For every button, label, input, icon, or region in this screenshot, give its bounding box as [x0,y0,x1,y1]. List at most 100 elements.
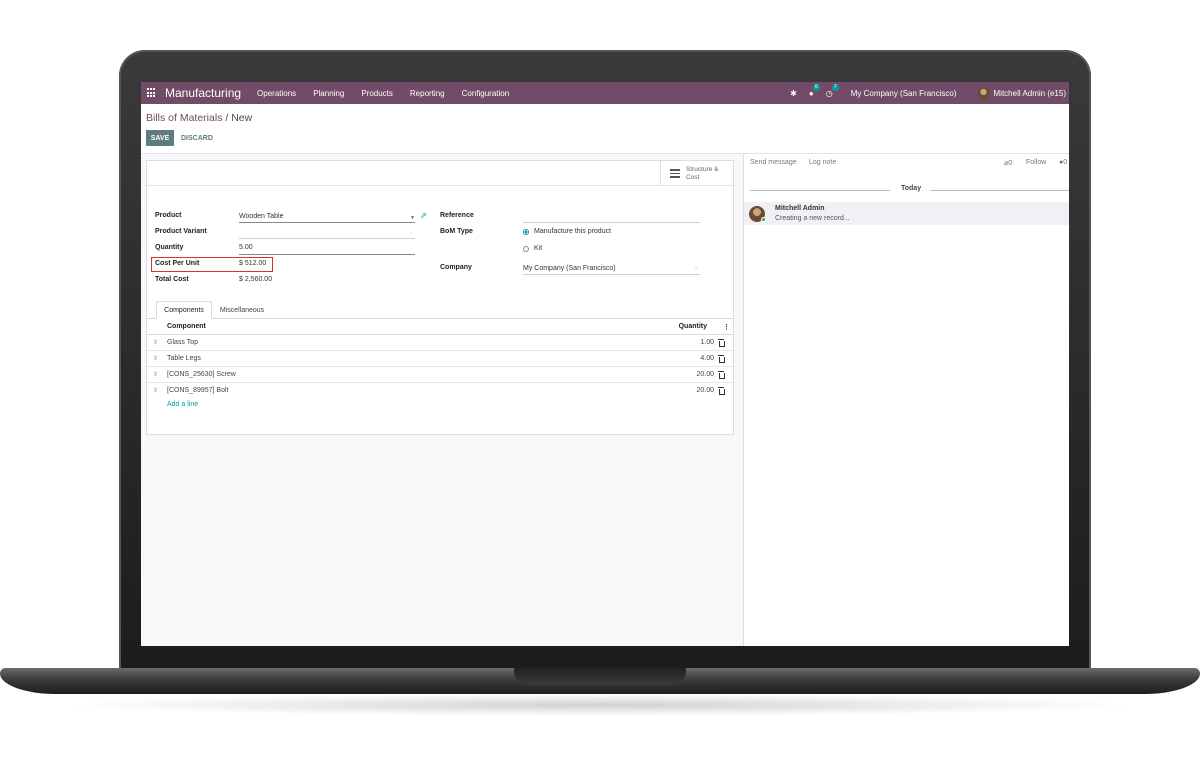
reference-field[interactable] [523,222,700,223]
trash-icon[interactable] [718,387,725,395]
activities-badge: 7 [831,83,839,91]
menu-reporting[interactable]: Reporting [410,89,445,98]
table-row[interactable]: ⇕ [CONS_89957] Bolt 20.00 [147,383,733,399]
date-separator-label: Today [901,185,922,192]
reference-label: Reference [440,212,474,219]
table-row[interactable]: ⇕ [CONS_25630] Screw 20.00 [147,367,733,383]
product-field-underline [239,222,415,223]
top-navbar: Manufacturing Operations Planning Produc… [141,82,1069,104]
component-name: [CONS_25630] Screw [167,371,236,378]
button-box: Structure & Cost [147,161,733,186]
bom-type-label: BoM Type [440,228,473,235]
variant-dropdown-icon[interactable]: – [410,231,413,237]
separator-line-left [750,190,890,191]
product-field[interactable]: Wooden Table [239,213,284,220]
menu-configuration[interactable]: Configuration [462,89,510,98]
followers-button[interactable]: ●0 [1059,159,1067,166]
total-cost-value: $ 2,560.00 [239,276,273,283]
menu-products[interactable]: Products [361,89,393,98]
quantity-field-underline [239,254,415,255]
breadcrumb: Bills of Materials / New [146,112,252,124]
attachments-count: 0 [1008,160,1013,167]
table-row[interactable]: ⇕ Table Legs 4.00 [147,351,733,367]
followers-count: 0 [1063,159,1068,166]
company-switcher[interactable]: My Company (San Francisco) [851,89,957,98]
drag-handle-icon[interactable]: ⇕ [153,339,158,346]
breadcrumb-separator: / [222,112,232,124]
component-qty: 20.00 [696,371,714,378]
messages-badge: 6 [812,83,820,91]
total-cost-label: Total Cost [155,276,189,283]
bom-type-kit-label[interactable]: Kit [534,245,542,252]
structure-cost-label: Structure & Cost [686,165,719,181]
variant-field[interactable] [239,238,415,239]
product-label: Product [155,212,182,219]
breadcrumb-current: New [231,112,253,124]
drag-handle-icon[interactable]: ⇕ [153,355,158,362]
form-sheet: Structure & Cost Product Wooden Table ▼ ⇗… [146,160,734,435]
table-row[interactable]: ⇕ Glass Top 1.00 [147,335,733,351]
message-author[interactable]: Mitchell Admin [775,205,825,212]
tab-miscellaneous[interactable]: Miscellaneous [213,301,271,319]
company-dropdown-icon[interactable]: – [695,265,698,271]
trash-icon[interactable] [718,371,725,379]
laptop-notch [514,668,686,685]
bars-icon [670,169,680,178]
chatter-panel: Send message Log note ⌀0 Follow ●0 Today… [743,153,1069,646]
laptop-shadow [60,694,1140,716]
user-menu[interactable]: Mitchell Admin (e15) [994,89,1066,98]
component-name: [CONS_89957] Bolt [167,387,229,394]
bom-type-kit-radio[interactable] [523,246,529,252]
follow-button[interactable]: Follow [1026,159,1046,166]
discard-button[interactable]: DISCARD [181,130,213,146]
menu-planning[interactable]: Planning [313,89,344,98]
quantity-field[interactable]: 5.00 [239,244,253,251]
chatter-message: Mitchell Admin Creating a new record... [744,202,1069,225]
tab-components[interactable]: Components [156,301,212,319]
drag-handle-icon[interactable]: ⇕ [153,387,158,394]
message-body: Creating a new record... [775,215,850,222]
bug-icon[interactable]: ✱ [790,89,797,98]
company-field-underline [523,274,700,275]
component-name: Table Legs [167,355,201,362]
component-qty: 20.00 [696,387,714,394]
component-qty: 1.00 [700,339,714,346]
product-dropdown-icon[interactable]: ▼ [410,215,415,221]
navbar-systray: ✱ ● 6 ◷ 7 My Company (San Francisco) Mit… [790,82,1069,104]
log-note-button[interactable]: Log note [809,159,836,166]
column-quantity[interactable]: Quantity [679,323,707,330]
component-name: Glass Top [167,339,198,346]
activities-clock-icon[interactable]: ◷ 7 [826,83,839,98]
form-area: Structure & Cost Product Wooden Table ▼ ⇗… [141,153,743,646]
bom-type-manufacture-radio[interactable] [523,229,529,235]
date-separator: Today [744,185,1069,195]
user-avatar[interactable] [976,86,990,100]
components-table-header: Component Quantity ⋮ [147,319,733,335]
variant-label: Product Variant [155,228,207,235]
screen: Manufacturing Operations Planning Produc… [141,82,1069,646]
trash-icon[interactable] [718,339,725,347]
add-line-link[interactable]: Add a line [167,401,198,408]
online-status-icon [761,217,766,222]
trash-icon[interactable] [718,355,725,363]
quantity-label: Quantity [155,244,184,251]
company-label: Company [440,264,472,271]
drag-handle-icon[interactable]: ⇕ [153,371,158,378]
save-button[interactable]: SAVE [146,130,174,146]
bom-type-manufacture-label[interactable]: Manufacture this product [534,228,611,235]
company-field[interactable]: My Company (San Francisco) [523,265,616,272]
app-name[interactable]: Manufacturing [165,86,241,100]
column-component[interactable]: Component [167,323,206,330]
menu-operations[interactable]: Operations [257,89,296,98]
optional-columns-icon[interactable]: ⋮ [723,323,730,331]
component-qty: 4.00 [700,355,714,362]
external-link-icon[interactable]: ⇗ [420,211,427,220]
breadcrumb-parent[interactable]: Bills of Materials [146,112,222,124]
separator-line-right [930,190,1069,191]
messages-icon[interactable]: ● 6 [809,83,820,98]
apps-grid-icon[interactable] [147,88,157,98]
attachments-button[interactable]: ⌀0 [1004,159,1012,167]
cost-per-unit-highlight [151,257,273,272]
structure-cost-button[interactable]: Structure & Cost [660,161,733,186]
send-message-button[interactable]: Send message [750,159,797,166]
